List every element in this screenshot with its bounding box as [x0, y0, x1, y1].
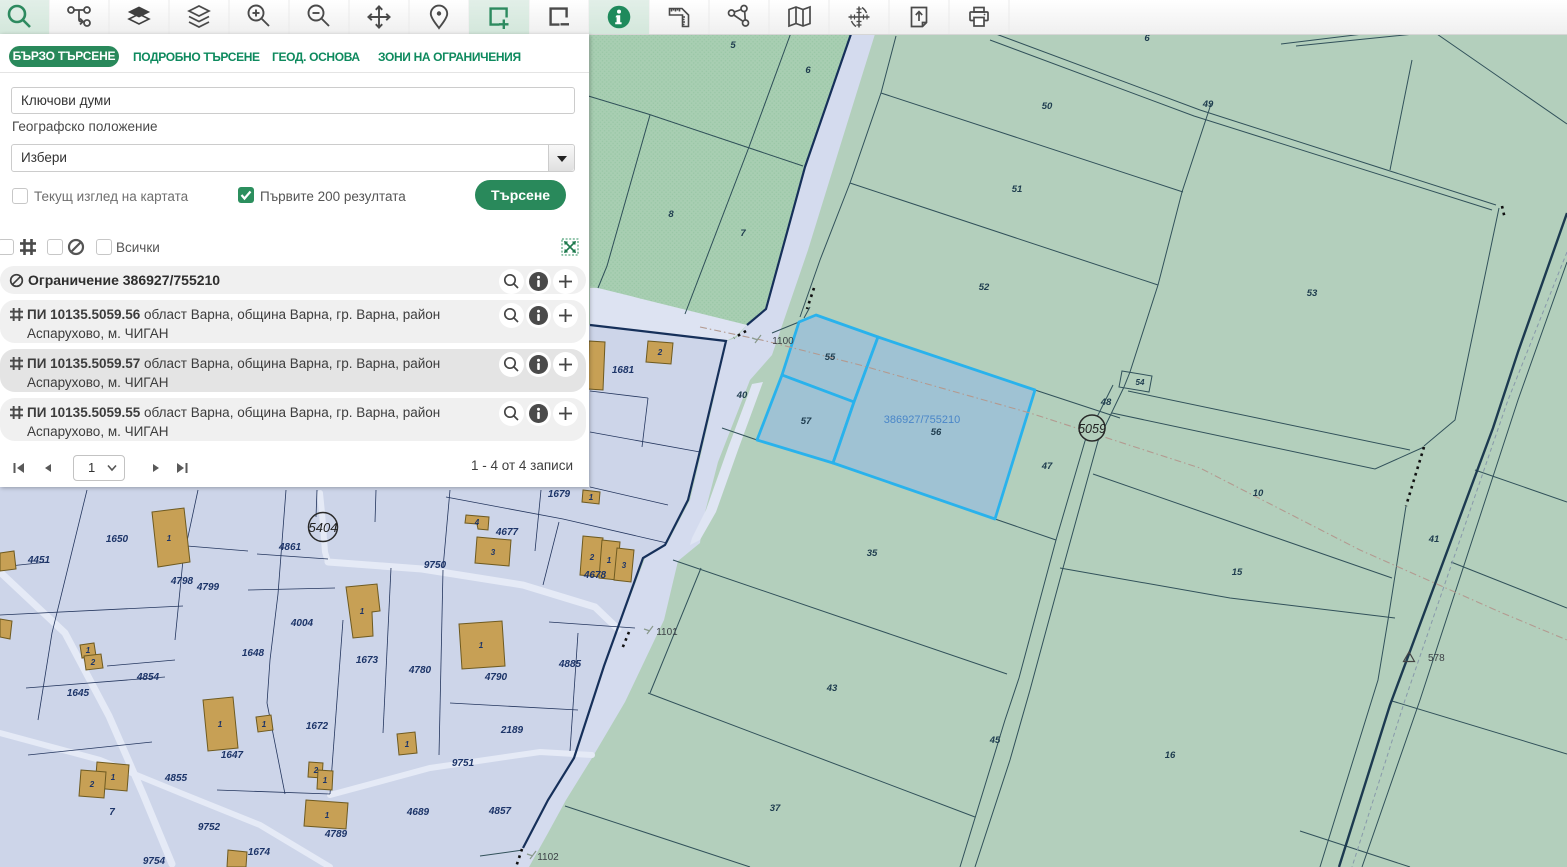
svg-text:8: 8: [668, 209, 674, 220]
svg-text:1: 1: [589, 493, 594, 502]
svg-text:1100: 1100: [772, 336, 794, 347]
svg-text:4689: 4689: [406, 807, 430, 818]
svg-text:5404: 5404: [309, 520, 338, 535]
svg-text:57: 57: [801, 416, 812, 427]
svg-text:7: 7: [109, 807, 115, 818]
svg-text:47: 47: [1041, 461, 1053, 472]
svg-text:2: 2: [589, 553, 595, 562]
svg-text:3: 3: [622, 561, 627, 570]
svg-text:4677: 4677: [495, 527, 519, 538]
svg-text:1: 1: [607, 556, 612, 565]
svg-text:49: 49: [1202, 99, 1214, 110]
svg-text:1650: 1650: [106, 534, 129, 545]
svg-text:52: 52: [979, 282, 990, 293]
svg-text:4678: 4678: [583, 570, 607, 581]
svg-text:9750: 9750: [424, 560, 447, 571]
svg-text:1672: 1672: [306, 721, 329, 732]
svg-text:40: 40: [736, 390, 748, 401]
svg-text:1: 1: [360, 607, 365, 616]
svg-text:4885: 4885: [558, 659, 582, 670]
svg-text:4857: 4857: [488, 806, 512, 817]
svg-text:1: 1: [111, 773, 116, 782]
svg-text:1674: 1674: [248, 847, 271, 858]
svg-text:4799: 4799: [196, 582, 220, 593]
svg-text:15: 15: [1232, 567, 1243, 578]
svg-text:56: 56: [931, 427, 942, 438]
svg-text:2: 2: [313, 766, 319, 775]
svg-text:2189: 2189: [500, 725, 524, 736]
svg-text:2: 2: [657, 348, 663, 357]
svg-text:48: 48: [1100, 397, 1112, 408]
svg-text:1102: 1102: [537, 852, 559, 863]
svg-text:1: 1: [325, 811, 330, 820]
svg-text:3: 3: [491, 548, 496, 557]
svg-text:4861: 4861: [278, 542, 302, 553]
svg-text:1648: 1648: [242, 648, 265, 659]
svg-text:10: 10: [1253, 488, 1264, 499]
svg-text:41: 41: [1428, 534, 1440, 545]
svg-text:6: 6: [805, 65, 811, 76]
svg-text:50: 50: [1042, 101, 1053, 112]
svg-text:2: 2: [89, 780, 95, 789]
svg-text:51: 51: [1012, 184, 1023, 195]
svg-text:4789: 4789: [324, 829, 348, 840]
svg-text:55: 55: [825, 352, 836, 363]
svg-text:16: 16: [1165, 750, 1176, 761]
svg-text:1647: 1647: [221, 750, 244, 761]
svg-text:1: 1: [86, 646, 91, 655]
svg-text:4780: 4780: [408, 665, 432, 676]
svg-text:1: 1: [262, 720, 267, 729]
svg-text:1673: 1673: [356, 655, 379, 666]
svg-text:5059: 5059: [1078, 422, 1106, 436]
svg-text:53: 53: [1307, 288, 1318, 299]
svg-text:386927/755210: 386927/755210: [884, 414, 960, 426]
svg-text:9752: 9752: [198, 822, 221, 833]
svg-text:4798: 4798: [170, 576, 194, 587]
svg-text:43: 43: [826, 683, 838, 694]
svg-text:1: 1: [405, 740, 410, 749]
svg-text:578: 578: [1428, 653, 1445, 664]
svg-text:1679: 1679: [548, 489, 571, 500]
svg-text:4854: 4854: [136, 672, 160, 683]
svg-text:1101: 1101: [656, 627, 678, 638]
svg-text:1: 1: [167, 534, 172, 543]
svg-text:4004: 4004: [290, 618, 314, 629]
svg-text:54: 54: [1136, 378, 1145, 387]
svg-text:1: 1: [479, 641, 484, 650]
svg-text:4855: 4855: [164, 773, 188, 784]
svg-text:4451: 4451: [27, 555, 51, 566]
svg-text:35: 35: [867, 548, 878, 559]
svg-text:2: 2: [90, 658, 96, 667]
svg-text:9751: 9751: [452, 758, 475, 769]
svg-text:4790: 4790: [484, 672, 508, 683]
svg-text:4: 4: [474, 518, 480, 527]
svg-text:1: 1: [218, 720, 223, 729]
svg-text:37: 37: [770, 803, 781, 814]
svg-text:45: 45: [989, 735, 1001, 746]
svg-text:1645: 1645: [67, 688, 90, 699]
svg-text:7: 7: [740, 228, 746, 239]
svg-text:1681: 1681: [612, 365, 635, 376]
svg-text:5: 5: [730, 40, 736, 51]
svg-text:1: 1: [323, 776, 328, 785]
svg-text:9754: 9754: [143, 856, 166, 867]
